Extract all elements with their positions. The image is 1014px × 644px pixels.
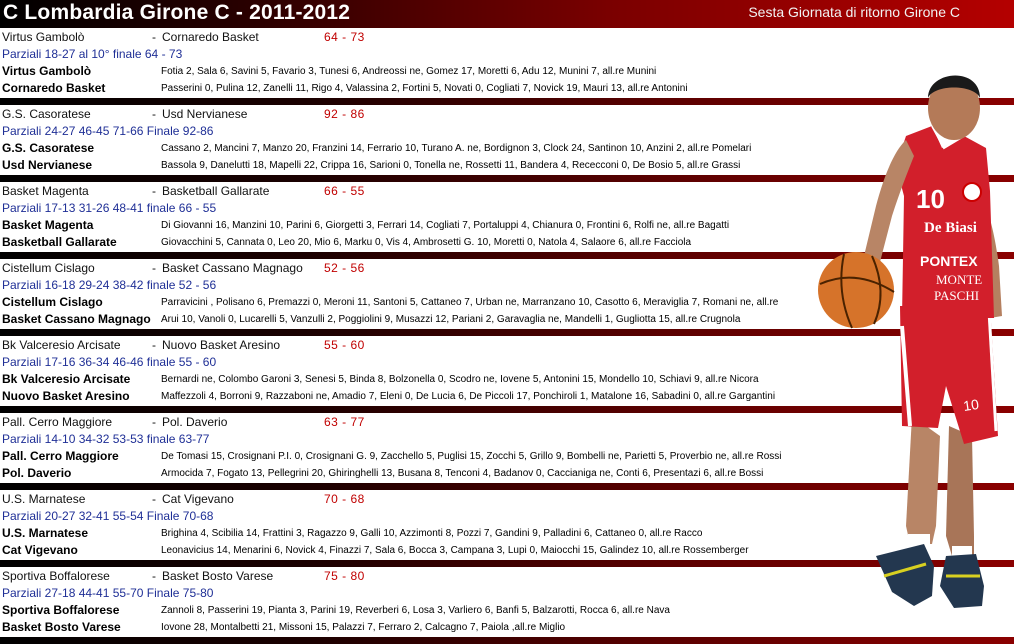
away-team: Cat Vigevano bbox=[162, 492, 234, 506]
home-team: Bk Valceresio Arcisate bbox=[2, 338, 121, 352]
roster-players: Fotia 2, Sala 6, Savini 5, Favario 3, Tu… bbox=[161, 66, 657, 77]
home-team: U.S. Marnatese bbox=[2, 492, 86, 506]
roster-players: Di Giovanni 16, Manzini 10, Parini 6, Gi… bbox=[161, 220, 730, 231]
roster-players: Giovacchini 5, Cannata 0, Leo 20, Mio 6,… bbox=[161, 237, 692, 248]
quarter-scores: Parziali 17-16 36-34 46-46 finale 55 - 6… bbox=[2, 355, 217, 369]
shorts-number: 10 bbox=[962, 396, 980, 414]
final-score: 64 - 73 bbox=[324, 30, 365, 44]
jersey-sponsor-1: De Biasi bbox=[924, 220, 977, 236]
roster-team: Virtus Gambolò bbox=[2, 64, 92, 78]
page-subtitle: Sesta Giornata di ritorno Girone C bbox=[748, 4, 960, 20]
final-score: 92 - 86 bbox=[324, 107, 365, 121]
match-dash: - bbox=[152, 338, 156, 352]
match-dash: - bbox=[152, 492, 156, 506]
quarter-scores: Parziali 27-18 44-41 55-70 Finale 75-80 bbox=[2, 586, 214, 600]
away-team: Usd Nervianese bbox=[162, 107, 248, 121]
roster-team: Cornaredo Basket bbox=[2, 81, 106, 95]
quarter-scores: Parziali 20-27 32-41 55-54 Finale 70-68 bbox=[2, 509, 214, 523]
roster-team: G.S. Casoratese bbox=[2, 141, 95, 155]
roster-team: Bk Valceresio Arcisate bbox=[2, 372, 131, 386]
roster-players: Zannoli 8, Passerini 19, Pianta 3, Parin… bbox=[161, 605, 670, 616]
match-dash: - bbox=[152, 184, 156, 198]
roster-team: Basketball Gallarate bbox=[2, 235, 117, 249]
roster-players: Maffezzoli 4, Borroni 9, Razzaboni ne, A… bbox=[161, 391, 776, 402]
player-shoe-right bbox=[940, 554, 984, 608]
roster-players: Bassola 9, Danelutti 18, Mapelli 22, Cri… bbox=[161, 160, 741, 171]
quarter-scores: Parziali 18-27 al 10° finale 64 - 73 bbox=[2, 47, 183, 61]
away-team: Basket Bosto Varese bbox=[162, 569, 274, 583]
player-legs bbox=[906, 416, 940, 544]
roster-players: Parravicini , Polisano 6, Premazzi 0, Me… bbox=[161, 297, 779, 308]
roster-players: Armocida 7, Fogato 13, Pellegrini 20, Gh… bbox=[161, 468, 764, 479]
page-title: C Lombardia Girone C - 2011-2012 bbox=[3, 1, 351, 24]
away-team: Basket Cassano Magnago bbox=[162, 261, 303, 275]
final-score: 63 - 77 bbox=[324, 415, 365, 429]
home-team: Basket Magenta bbox=[2, 184, 89, 198]
final-score: 52 - 56 bbox=[324, 261, 365, 275]
quarter-scores: Parziali 16-18 29-24 38-42 finale 52 - 5… bbox=[2, 278, 217, 292]
match-dash: - bbox=[152, 261, 156, 275]
home-team: Virtus Gambolò bbox=[2, 30, 85, 44]
jersey-sponsor-4: PASCHI bbox=[934, 288, 979, 303]
roster-team: Cistellum Cislago bbox=[2, 295, 103, 309]
roster-players: De Tomasi 15, Crosignani P.I. 0, Crosign… bbox=[161, 451, 782, 462]
final-score: 66 - 55 bbox=[324, 184, 365, 198]
roster-players: Bernardi ne, Colombo Garoni 3, Senesi 5,… bbox=[161, 374, 759, 385]
away-team: Nuovo Basket Aresino bbox=[162, 338, 281, 352]
roster-team: Basket Magenta bbox=[2, 218, 94, 232]
roster-players: Arui 10, Vanoli 0, Lucarelli 5, Vanzulli… bbox=[161, 314, 741, 325]
roster-team: Pol. Daverio bbox=[2, 466, 72, 480]
jersey-sponsor-2: PONTEX bbox=[920, 253, 978, 269]
roster-team: Pall. Cerro Maggiore bbox=[2, 449, 119, 463]
roster-team: Sportiva Boffalorese bbox=[2, 603, 120, 617]
divider-bar bbox=[0, 637, 1014, 644]
roster-team: Cat Vigevano bbox=[2, 543, 78, 557]
page-header: C Lombardia Girone C - 2011-2012 Sesta G… bbox=[0, 0, 1014, 28]
roster-team: Usd Nervianese bbox=[2, 158, 93, 172]
roster-team: U.S. Marnatese bbox=[2, 526, 89, 540]
roster-players: Leonavicius 14, Menarini 6, Novick 4, Fi… bbox=[161, 545, 749, 556]
match-dash: - bbox=[152, 569, 156, 583]
jersey-number: 10 bbox=[916, 184, 945, 214]
away-team: Pol. Daverio bbox=[162, 415, 228, 429]
roster-team: Nuovo Basket Aresino bbox=[2, 389, 130, 403]
match-dash: - bbox=[152, 30, 156, 44]
home-team: G.S. Casoratese bbox=[2, 107, 91, 121]
home-team: Cistellum Cislago bbox=[2, 261, 95, 275]
away-team: Cornaredo Basket bbox=[162, 30, 259, 44]
roster-players: Cassano 2, Mancini 7, Manzo 20, Franzini… bbox=[161, 143, 752, 154]
jersey-sponsor-3: MONTE bbox=[936, 272, 982, 287]
roster-team: Basket Cassano Magnago bbox=[2, 312, 151, 326]
quarter-scores: Parziali 24-27 46-45 71-66 Finale 92-86 bbox=[2, 124, 214, 138]
player-shorts bbox=[900, 306, 998, 444]
home-team: Pall. Cerro Maggiore bbox=[2, 415, 113, 429]
roster-players: Passerini 0, Pulina 12, Zanelli 11, Rigo… bbox=[161, 83, 688, 94]
roster-players: Brighina 4, Scibilia 14, Frattini 3, Rag… bbox=[161, 528, 703, 539]
basketball-player-image: 10 10 De Biasi PONTEX MONTE PASCHI bbox=[818, 75, 1002, 608]
match-dash: - bbox=[152, 107, 156, 121]
final-score: 75 - 80 bbox=[324, 569, 365, 583]
quarter-scores: Parziali 14-10 34-32 53-53 finale 63-77 bbox=[2, 432, 210, 446]
basketball bbox=[818, 252, 894, 328]
final-score: 70 - 68 bbox=[324, 492, 365, 506]
match-dash: - bbox=[152, 415, 156, 429]
home-team: Sportiva Boffalorese bbox=[2, 569, 110, 583]
roster-team: Basket Bosto Varese bbox=[2, 620, 121, 634]
final-score: 55 - 60 bbox=[324, 338, 365, 352]
quarter-scores: Parziali 17-13 31-26 48-41 finale 66 - 5… bbox=[2, 201, 217, 215]
roster-players: Iovone 28, Montalbetti 21, Missoni 15, P… bbox=[161, 622, 566, 633]
away-team: Basketball Gallarate bbox=[162, 184, 270, 198]
